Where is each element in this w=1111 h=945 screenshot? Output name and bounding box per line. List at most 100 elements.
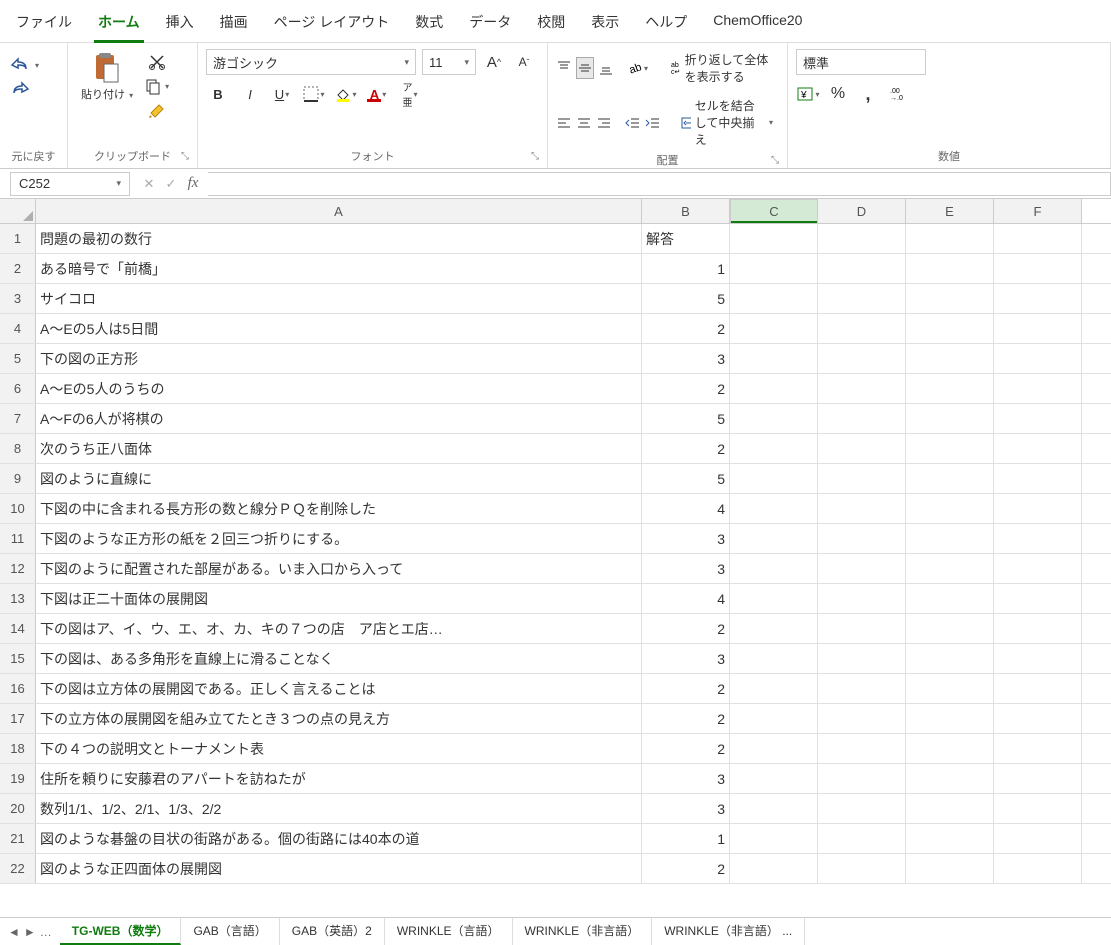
- cell[interactable]: 2: [642, 674, 730, 703]
- cell[interactable]: [730, 524, 818, 553]
- cell[interactable]: [818, 464, 906, 493]
- cell[interactable]: [730, 794, 818, 823]
- cell[interactable]: 3: [642, 554, 730, 583]
- cell[interactable]: [906, 674, 994, 703]
- cell[interactable]: [994, 494, 1082, 523]
- cell[interactable]: 図のように直線に: [36, 464, 642, 493]
- increase-indent-icon[interactable]: [645, 112, 661, 134]
- cell[interactable]: 図のような正四面体の展開図: [36, 854, 642, 883]
- cell[interactable]: [730, 344, 818, 373]
- cell[interactable]: [994, 374, 1082, 403]
- enter-formula-icon[interactable]: ✓: [162, 176, 180, 192]
- cell[interactable]: [818, 764, 906, 793]
- formula-input[interactable]: [208, 172, 1111, 196]
- row-header[interactable]: 19: [0, 764, 36, 793]
- orientation-button[interactable]: ab▾: [627, 57, 648, 79]
- row-header[interactable]: 7: [0, 404, 36, 433]
- cell[interactable]: 1: [642, 254, 730, 283]
- number-format-select[interactable]: 標準: [796, 49, 926, 75]
- cell[interactable]: [730, 644, 818, 673]
- row-header[interactable]: 18: [0, 734, 36, 763]
- cell[interactable]: [994, 224, 1082, 253]
- wrap-text-button[interactable]: abc↵ 折り返して全体を表示する: [664, 49, 779, 87]
- cell[interactable]: [730, 224, 818, 253]
- cell[interactable]: [906, 464, 994, 493]
- cell[interactable]: [818, 854, 906, 883]
- row-header[interactable]: 6: [0, 374, 36, 403]
- cell[interactable]: 下の立方体の展開図を組み立てたとき３つの点の見え方: [36, 704, 642, 733]
- cell[interactable]: [818, 344, 906, 373]
- cell[interactable]: [818, 734, 906, 763]
- cell[interactable]: [994, 404, 1082, 433]
- cell[interactable]: 2: [642, 854, 730, 883]
- decrease-font-icon[interactable]: Aˇ: [512, 51, 536, 73]
- cell[interactable]: [906, 434, 994, 463]
- cell[interactable]: [994, 314, 1082, 343]
- cell[interactable]: [906, 764, 994, 793]
- cell[interactable]: [818, 824, 906, 853]
- cell[interactable]: [994, 704, 1082, 733]
- accounting-format-button[interactable]: ¥▾: [796, 83, 820, 105]
- comma-button[interactable]: ,: [856, 83, 880, 105]
- cell[interactable]: [730, 314, 818, 343]
- cell[interactable]: [730, 614, 818, 643]
- phonetic-button[interactable]: ア亜▾: [398, 83, 422, 105]
- row-header[interactable]: 20: [0, 794, 36, 823]
- sheet-tab[interactable]: GAB（言語）: [181, 918, 279, 945]
- cell[interactable]: 2: [642, 374, 730, 403]
- decrease-indent-icon[interactable]: [625, 112, 641, 134]
- cell[interactable]: [730, 404, 818, 433]
- cell[interactable]: 図のような碁盤の目状の街路がある。個の街路には40本の道: [36, 824, 642, 853]
- cut-button[interactable]: [148, 53, 166, 71]
- cell[interactable]: [906, 734, 994, 763]
- cancel-formula-icon[interactable]: ✕: [140, 176, 158, 192]
- cell[interactable]: [906, 224, 994, 253]
- cell[interactable]: [730, 584, 818, 613]
- row-header[interactable]: 12: [0, 554, 36, 583]
- row-header[interactable]: 16: [0, 674, 36, 703]
- cell[interactable]: [818, 284, 906, 313]
- cell[interactable]: [730, 854, 818, 883]
- cell[interactable]: [906, 284, 994, 313]
- cell[interactable]: [818, 224, 906, 253]
- cell[interactable]: 2: [642, 734, 730, 763]
- format-painter-button[interactable]: [147, 101, 167, 119]
- column-header[interactable]: F: [994, 199, 1082, 223]
- cell[interactable]: [730, 704, 818, 733]
- font-size-select[interactable]: 11▾: [422, 49, 476, 75]
- cell[interactable]: [730, 434, 818, 463]
- row-header[interactable]: 10: [0, 494, 36, 523]
- row-header[interactable]: 4: [0, 314, 36, 343]
- select-all-corner[interactable]: [0, 199, 36, 223]
- ribbon-tab[interactable]: 校閲: [535, 8, 567, 42]
- cell[interactable]: [906, 644, 994, 673]
- row-header[interactable]: 1: [0, 224, 36, 253]
- cell[interactable]: サイコロ: [36, 284, 642, 313]
- cell[interactable]: 下図のように配置された部屋がある。いま入口から入って: [36, 554, 642, 583]
- cell[interactable]: [906, 584, 994, 613]
- cell[interactable]: [730, 254, 818, 283]
- cell[interactable]: [994, 554, 1082, 583]
- row-header[interactable]: 2: [0, 254, 36, 283]
- cell[interactable]: [818, 254, 906, 283]
- cell[interactable]: [994, 464, 1082, 493]
- sheet-nav-more-icon[interactable]: …: [40, 925, 52, 939]
- cell[interactable]: 2: [642, 614, 730, 643]
- cell[interactable]: 3: [642, 524, 730, 553]
- cell[interactable]: [906, 314, 994, 343]
- copy-button[interactable]: ▾: [144, 77, 169, 95]
- border-button[interactable]: ▾: [302, 83, 326, 105]
- cell[interactable]: 5: [642, 464, 730, 493]
- sheet-tab[interactable]: WRINKLE（非言語） ...: [652, 918, 805, 945]
- ribbon-tab[interactable]: ページ レイアウト: [272, 8, 392, 42]
- underline-button[interactable]: U▾: [270, 83, 294, 105]
- name-box[interactable]: C252▾: [10, 172, 130, 196]
- row-header[interactable]: 3: [0, 284, 36, 313]
- cell[interactable]: 数列1/1、1/2、2/1、1/3、2/2: [36, 794, 642, 823]
- cell[interactable]: 下図のような正方形の紙を２回三つ折りにする。: [36, 524, 642, 553]
- percent-button[interactable]: %: [826, 83, 850, 105]
- cell[interactable]: [818, 374, 906, 403]
- cell[interactable]: [906, 494, 994, 523]
- cell[interactable]: A～Eの5人のうちの: [36, 374, 642, 403]
- cell[interactable]: 4: [642, 494, 730, 523]
